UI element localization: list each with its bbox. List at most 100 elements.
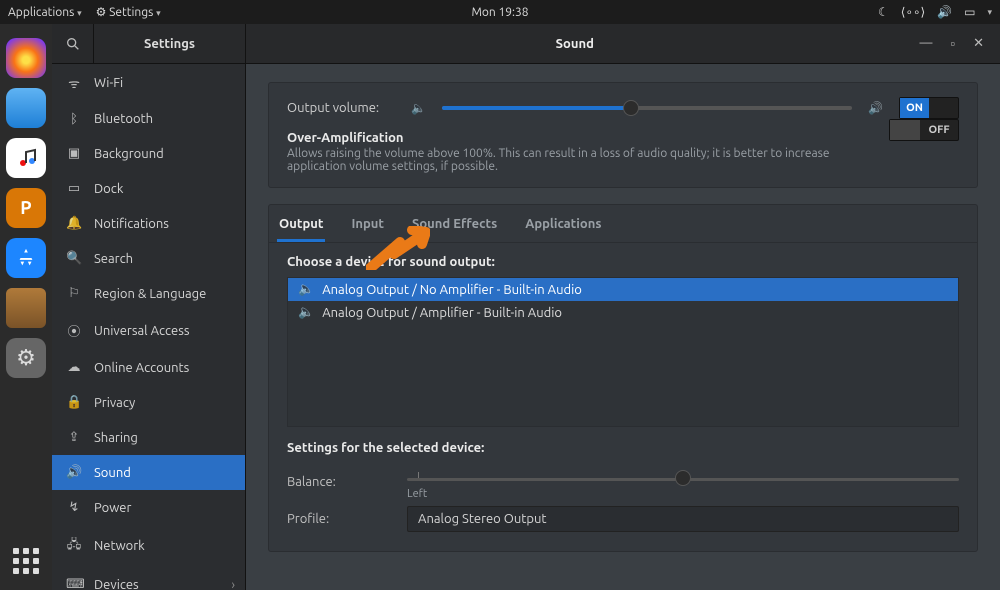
profile-select[interactable]: Analog Stereo Output [407, 506, 959, 532]
choose-output-device-label: Choose a device for sound output: [287, 255, 959, 269]
toggle-on-label: ON [900, 98, 929, 118]
sidebar-item-sharing[interactable]: ⇪ Sharing [52, 420, 245, 455]
output-volume-slider[interactable] [442, 106, 852, 110]
sidebar-item-dock[interactable]: ▭ Dock [52, 171, 245, 206]
network-icon: 🖧 [66, 535, 82, 557]
bell-icon: 🔔 [66, 216, 82, 231]
night-mode-icon[interactable]: ☾ [878, 5, 889, 19]
sidebar-item-online-accounts[interactable]: ☁Online Accounts [52, 350, 245, 385]
sidebar-item-label: Devices [94, 578, 139, 590]
selected-device-settings-label: Settings for the selected device: [287, 441, 959, 455]
sidebar-item-sound[interactable]: 🔊 Sound [52, 455, 245, 490]
speaker-icon: 🔈 [298, 282, 314, 297]
sidebar-item-label: Sharing [94, 431, 138, 445]
speaker-icon: 🔈 [298, 305, 314, 320]
dock-app-disk[interactable] [6, 288, 46, 328]
speaker-low-icon: 🔈 [411, 101, 426, 115]
sidebar-item-bluetooth[interactable]: ᛒ Bluetooth [52, 102, 245, 136]
sidebar-item-network[interactable]: 🖧 Network [52, 525, 245, 567]
devices-icon: ⌨ [66, 577, 82, 590]
sidebar-item-background[interactable]: ▣ Background [52, 136, 245, 171]
balance-left-label: Left [407, 488, 427, 500]
dock-app-presentation[interactable]: P [6, 188, 46, 228]
wifi-icon: ᯤ [66, 74, 82, 92]
sidebar-item-label: Notifications [94, 217, 169, 231]
sidebar-item-search[interactable]: 🔍 Search [52, 241, 245, 276]
background-icon: ▣ [66, 146, 82, 161]
tab-output[interactable]: Output [277, 209, 325, 242]
sidebar-item-label: Dock [94, 182, 123, 196]
sidebar-item-power[interactable]: ↯Power [52, 490, 245, 525]
chevron-right-icon: › [231, 578, 235, 590]
dock-app-settings[interactable]: ⚙ [6, 338, 46, 378]
globe-icon: ⚐ [66, 286, 82, 301]
sidebar-item-notifications[interactable]: 🔔 Notifications [52, 206, 245, 241]
sidebar-item-label: Wi-Fi [94, 76, 123, 90]
clock[interactable]: Mon 19:38 [471, 6, 528, 19]
dock: P ⚙ [0, 24, 52, 590]
sound-panel: Output volume: 🔈 🔊 ON [246, 64, 1000, 590]
battery-status-icon[interactable]: ▭ [964, 5, 975, 19]
applications-menu[interactable]: Applications ▾ [8, 6, 82, 19]
share-icon: ⇪ [66, 430, 82, 445]
tab-applications[interactable]: Applications [523, 209, 603, 242]
sidebar-item-label: Sound [94, 466, 131, 480]
system-menu-chevron-icon[interactable]: ▾ [987, 7, 992, 18]
sidebar-item-wifi[interactable]: ᯤ Wi-Fi [52, 64, 245, 102]
sidebar-item-label: Search [94, 252, 133, 266]
search-icon: 🔍 [66, 251, 82, 266]
sidebar-item-label: Bluetooth [94, 112, 153, 126]
sidebar-item-devices[interactable]: ⌨ Devices › [52, 567, 245, 590]
dock-app-firefox[interactable] [6, 38, 46, 78]
dock-app-music[interactable] [6, 138, 46, 178]
window-minimize-button[interactable]: — [920, 36, 933, 51]
toggle-off-label: OFF [920, 124, 958, 136]
device-label: Analog Output / No Amplifier - Built-in … [322, 283, 582, 297]
settings-sidebar: ᯤ Wi-Fi ᛒ Bluetooth ▣ Background ▭ Dock 🔔 Not… [52, 64, 246, 590]
dock-app-finder[interactable] [6, 88, 46, 128]
over-amplification-toggle[interactable]: OFF [889, 119, 959, 141]
network-status-icon[interactable]: ⟨∘∘⟩ [901, 5, 925, 19]
output-volume-toggle[interactable]: ON [899, 97, 959, 119]
tab-sound-effects[interactable]: Sound Effects [410, 209, 499, 242]
tab-input[interactable]: Input [349, 209, 386, 242]
volume-status-icon[interactable]: 🔊 [937, 5, 952, 19]
profile-label: Profile: [287, 512, 407, 526]
window-close-button[interactable]: ✕ [973, 36, 984, 51]
sidebar-item-region[interactable]: ⚐ Region & Language [52, 276, 245, 311]
sidebar-item-privacy[interactable]: 🔒Privacy [52, 385, 245, 420]
settings-window: Settings Sound — ▫ ✕ ᯤ Wi-Fi ᛒ Bluetooth ▣… [52, 24, 1000, 590]
balance-slider[interactable]: Left [407, 468, 959, 496]
sidebar-item-label: Region & Language [94, 287, 206, 301]
bluetooth-icon: ᛒ [66, 112, 82, 126]
window-maximize-button[interactable]: ▫ [950, 36, 955, 51]
lock-icon: 🔒 [66, 395, 82, 410]
accessibility-icon: ⦿ [66, 321, 82, 340]
over-amplification-description: Allows raising the volume above 100%. Th… [287, 147, 867, 173]
page-title: Sound [246, 37, 904, 51]
output-device-item[interactable]: 🔈 Analog Output / No Amplifier - Built-i… [288, 278, 958, 301]
sidebar-search-button[interactable] [52, 24, 94, 63]
profile-value: Analog Stereo Output [418, 512, 547, 526]
power-icon: ↯ [66, 500, 82, 515]
sidebar-title: Settings [94, 24, 246, 63]
current-app-menu[interactable]: ⚙ Settings ▾ [96, 5, 161, 19]
system-topbar: Applications ▾ ⚙ Settings ▾ Mon 19:38 ☾ … [0, 0, 1000, 24]
output-device-item[interactable]: 🔈 Analog Output / Amplifier - Built-in A… [288, 301, 958, 324]
balance-label: Balance: [287, 475, 407, 489]
sidebar-item-label: Network [94, 539, 145, 553]
titlebar: Settings Sound — ▫ ✕ [52, 24, 1000, 64]
sidebar-item-label: Online Accounts [94, 361, 189, 375]
output-devices-panel: Output Input Sound Effects Applications … [268, 204, 978, 552]
sidebar-item-label: Background [94, 147, 164, 161]
sidebar-item-universal-access[interactable]: ⦿Universal Access [52, 311, 245, 350]
dock-show-apps[interactable] [11, 546, 41, 576]
dock-icon: ▭ [66, 181, 82, 196]
search-icon [65, 36, 81, 52]
sound-tabs: Output Input Sound Effects Applications [269, 205, 977, 243]
output-device-list: 🔈 Analog Output / No Amplifier - Built-i… [287, 277, 959, 427]
speaker-high-icon: 🔊 [868, 101, 883, 115]
speaker-icon: 🔊 [66, 465, 82, 480]
output-volume-label: Output volume: [287, 101, 395, 115]
dock-app-appstore[interactable] [6, 238, 46, 278]
